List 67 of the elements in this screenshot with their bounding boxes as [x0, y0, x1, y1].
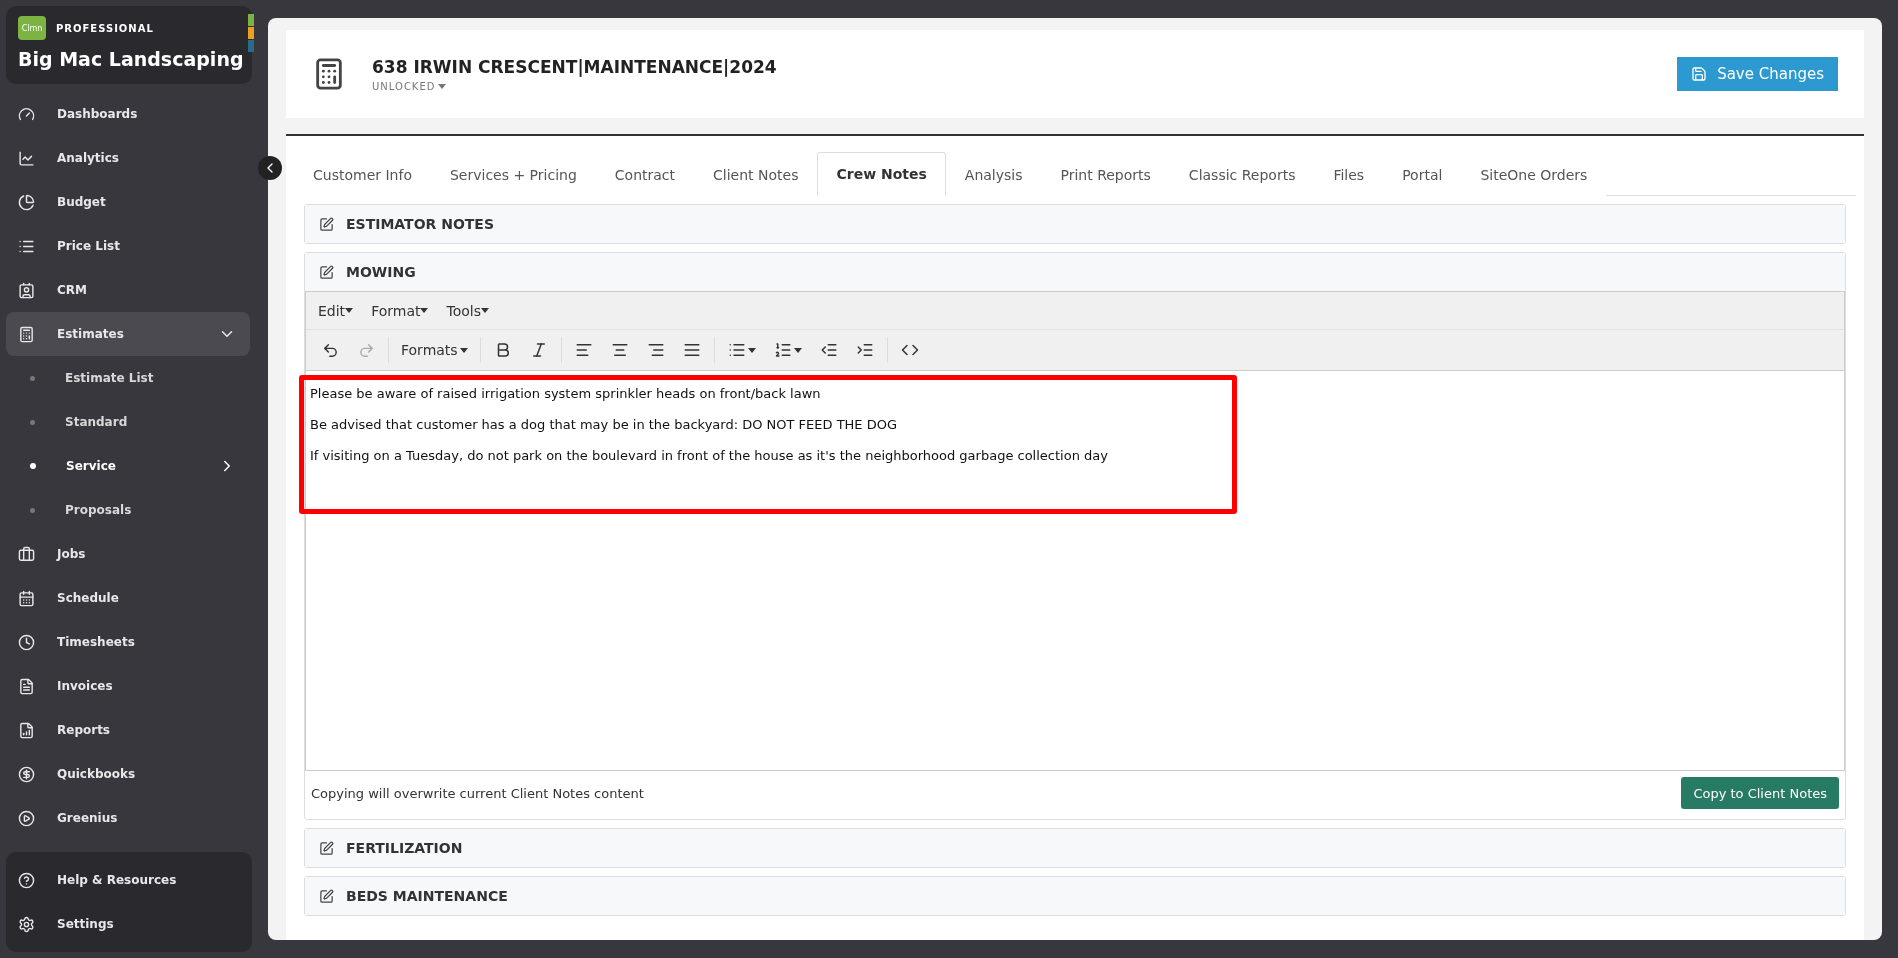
caret-icon: [420, 308, 429, 313]
edition-label: PROFESSIONAL: [56, 22, 154, 34]
gauge-icon: [18, 105, 35, 123]
play-icon: [18, 809, 35, 827]
briefcase-icon: [18, 545, 35, 563]
nav-item[interactable]: CRM: [6, 268, 250, 312]
contact-card-icon: [18, 281, 35, 299]
report-icon: [18, 721, 35, 739]
edit-icon: [319, 888, 334, 904]
caret-icon: [459, 347, 468, 353]
nav-item[interactable]: Price List: [6, 224, 250, 268]
nav-item[interactable]: Budget: [6, 180, 250, 224]
caret-icon: [345, 308, 354, 313]
help-icon: [18, 871, 35, 889]
copy-warning: Copying will overwrite current Client Notes content: [311, 785, 644, 801]
nav-item[interactable]: Invoices: [6, 664, 250, 708]
note-line: If visiting on a Tuesday, do not park on the boulevard in front of the house as it's the neighborhood garbage collection day: [310, 448, 1109, 463]
editor-menu[interactable]: Format: [367, 302, 433, 319]
section-header[interactable]: BEDS MAINTENANCE: [305, 877, 1845, 915]
nav-item[interactable]: Help & Resources: [6, 858, 250, 902]
note-line: Be advised that customer has a dog that may be in the backyard: DO NOT FEED THE DOG: [310, 417, 899, 432]
tab[interactable]: Crew Notes: [817, 152, 946, 196]
nav-item[interactable]: Reports: [6, 708, 250, 752]
nav-subitem[interactable]: Service: [6, 444, 250, 488]
edit-icon: [319, 840, 334, 856]
nav-subitem[interactable]: Estimate List: [6, 356, 250, 400]
caret-icon: [793, 347, 802, 353]
coin-icon: [18, 765, 35, 783]
settings-icon: [18, 915, 35, 933]
nav-item[interactable]: Dashboards: [6, 92, 250, 136]
nav-item[interactable]: Schedule: [6, 576, 250, 620]
line-chart-icon: [18, 149, 35, 167]
caret-icon: [480, 308, 489, 313]
nav-item[interactable]: Timesheets: [6, 620, 250, 664]
clock-icon: [18, 633, 35, 651]
formats-dropdown[interactable]: Formats: [393, 335, 476, 365]
bullet-icon: [727, 341, 746, 359]
section-header[interactable]: FERTILIZATION: [305, 829, 1845, 867]
section-header[interactable]: ESTIMATOR NOTES: [305, 205, 1845, 243]
nav-item[interactable]: Greenius: [6, 796, 250, 840]
collapse-sidebar-button[interactable]: [258, 156, 282, 180]
ordered-list-glyph-icon: [773, 341, 792, 359]
nav-item[interactable]: Quickbooks: [6, 752, 250, 796]
company-name: Big Mac Landscaping: [18, 48, 240, 70]
nav-item[interactable]: Settings: [6, 902, 250, 946]
edit-icon: [319, 216, 334, 232]
estimate-title: 638 IRWIN CRESCENT|MAINTENANCE|2024: [372, 56, 777, 77]
nav-item[interactable]: Jobs: [6, 532, 250, 576]
document-icon: [18, 677, 35, 695]
note-line: Please be aware of raised irrigation system sprinkler heads on front/back lawn: [310, 386, 822, 401]
pie-chart-icon: [18, 193, 35, 211]
caret-icon: [438, 83, 447, 89]
caret-icon: [747, 347, 756, 353]
calendar-icon: [18, 589, 35, 607]
copy-to-client-notes-button[interactable]: Copy to Client Notes: [1681, 777, 1839, 809]
logo: Clmn: [18, 16, 46, 40]
editor-menu[interactable]: Tools: [442, 302, 493, 319]
save-icon: [1691, 66, 1708, 82]
calculator-icon: [18, 325, 35, 343]
editor-menu[interactable]: Edit: [314, 302, 358, 319]
nav-subitem[interactable]: Proposals: [6, 488, 250, 532]
nav-item[interactable]: Analytics: [6, 136, 250, 180]
edit-icon: [319, 264, 334, 280]
section-header[interactable]: MOWING: [305, 253, 1845, 291]
status-dropdown[interactable]: UNLOCKED: [372, 80, 777, 92]
nav-item[interactable]: Estimates: [6, 312, 250, 356]
nav-subitem[interactable]: Standard: [6, 400, 250, 444]
